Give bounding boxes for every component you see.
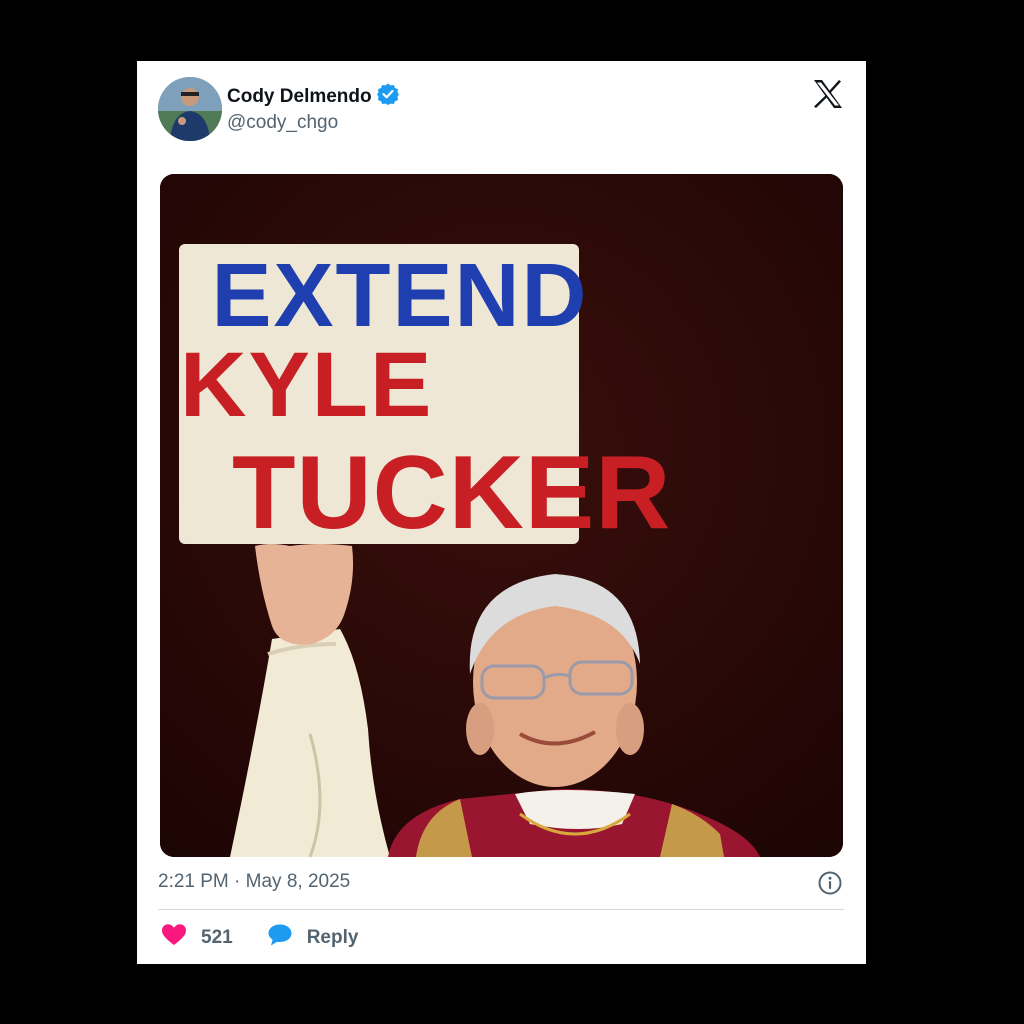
heart-icon <box>161 923 187 953</box>
sign-line-2: KYLE <box>180 334 433 436</box>
sign-line-1: EXTEND <box>211 246 588 346</box>
author-name[interactable]: Cody Delmendo <box>227 86 372 108</box>
tweet-card: Cody Delmendo @cody_chgo EXTEND KYLE TUC… <box>137 61 866 964</box>
action-bar: 521 Reply <box>161 923 358 953</box>
reply-button[interactable]: Reply <box>267 923 359 953</box>
divider <box>158 909 844 910</box>
reply-label: Reply <box>306 927 359 948</box>
verified-badge-icon <box>376 83 399 111</box>
tweet-image[interactable]: EXTEND KYLE TUCKER <box>160 174 843 857</box>
tweet-timestamp[interactable]: 2:21 PM · May 8, 2025 <box>158 871 350 893</box>
x-logo-icon[interactable] <box>813 79 843 109</box>
author-name-row[interactable]: Cody Delmendo <box>227 83 399 111</box>
author-handle[interactable]: @cody_chgo <box>227 112 338 134</box>
info-icon[interactable] <box>817 870 843 896</box>
speech-bubble-icon <box>267 923 293 953</box>
like-button[interactable]: 521 <box>161 923 233 953</box>
like-count: 521 <box>201 927 233 948</box>
avatar[interactable] <box>158 77 222 141</box>
sign-line-3: TUCKER <box>232 435 671 551</box>
